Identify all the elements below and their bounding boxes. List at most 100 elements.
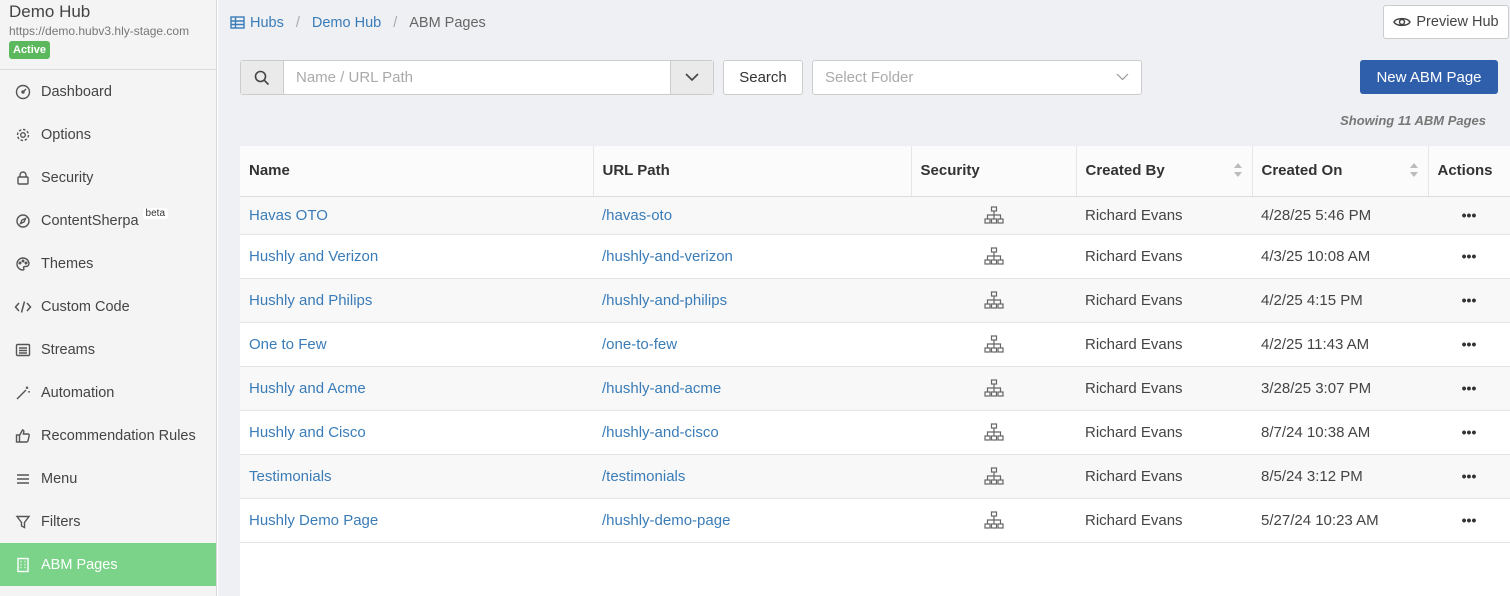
sidebar-item-filters[interactable]: Filters bbox=[0, 500, 216, 543]
table-row: Hushly and Acme /hushly-and-acme Richard… bbox=[240, 366, 1510, 411]
folder-select[interactable]: Select Folder bbox=[812, 60, 1142, 95]
folder-select-placeholder: Select Folder bbox=[825, 69, 914, 86]
created-by: Richard Evans bbox=[1076, 278, 1252, 323]
page-name-link[interactable]: Hushly and Acme bbox=[240, 366, 593, 411]
row-actions-cell: ••• bbox=[1428, 196, 1510, 235]
breadcrumb-hubs[interactable]: Hubs bbox=[230, 15, 284, 31]
column-header-created-on[interactable]: Created On bbox=[1251, 146, 1428, 197]
security-cell bbox=[911, 322, 1076, 367]
sidebar-item-label: Security bbox=[41, 169, 94, 186]
sidebar-item-security[interactable]: Security bbox=[0, 156, 216, 199]
sidebar-item-contentsherpa[interactable]: ContentSherpa beta bbox=[0, 199, 216, 242]
table-header-row: Name URL Path Security Created By Create… bbox=[240, 146, 1510, 197]
sidebar-item-automation[interactable]: Automation bbox=[0, 371, 216, 414]
palette-icon bbox=[14, 255, 32, 273]
page-name-link[interactable]: Testimonials bbox=[240, 454, 593, 499]
security-cell bbox=[911, 454, 1076, 499]
row-actions-cell: ••• bbox=[1428, 234, 1510, 279]
chevron-down-icon bbox=[1116, 70, 1129, 88]
row-actions-cell: ••• bbox=[1428, 366, 1510, 411]
new-abm-page-button[interactable]: New ABM Page bbox=[1360, 60, 1498, 94]
page-name-link[interactable]: Havas OTO bbox=[240, 196, 593, 235]
more-actions-button[interactable]: ••• bbox=[1462, 424, 1477, 440]
more-actions-button[interactable]: ••• bbox=[1462, 380, 1477, 396]
breadcrumb-separator: / bbox=[393, 14, 398, 31]
created-on: 8/7/24 10:38 AM bbox=[1252, 410, 1428, 455]
sidebar-item-options[interactable]: Options bbox=[0, 113, 216, 156]
breadcrumb-hub[interactable]: Demo Hub bbox=[312, 15, 381, 31]
created-on: 4/2/25 11:43 AM bbox=[1252, 322, 1428, 367]
breadcrumb: Hubs / Demo Hub / ABM Pages bbox=[218, 0, 1510, 45]
search-button[interactable]: Search bbox=[723, 60, 803, 95]
more-actions-button[interactable]: ••• bbox=[1462, 207, 1477, 223]
page-name-link[interactable]: Hushly and Cisco bbox=[240, 410, 593, 455]
more-actions-button[interactable]: ••• bbox=[1462, 512, 1477, 528]
search-group bbox=[240, 60, 714, 95]
sidebar-item-menu[interactable]: Menu bbox=[0, 457, 216, 500]
menu-icon bbox=[14, 470, 32, 488]
sidebar-item-recommendation-rules[interactable]: Recommendation Rules bbox=[0, 414, 216, 457]
page-name-link[interactable]: Hushly Demo Page bbox=[240, 498, 593, 543]
preview-hub-button[interactable]: Preview Hub bbox=[1383, 5, 1509, 39]
sidebar-item-label: Menu bbox=[41, 470, 78, 487]
more-actions-button[interactable]: ••• bbox=[1462, 292, 1477, 308]
url-path-link[interactable]: /hushly-and-cisco bbox=[593, 410, 911, 455]
sitemap-icon bbox=[983, 379, 1004, 397]
page-name-link[interactable]: Hushly and Philips bbox=[240, 278, 593, 323]
search-options-dropdown[interactable] bbox=[670, 61, 713, 94]
url-path-link[interactable]: /one-to-few bbox=[593, 322, 911, 367]
search-icon bbox=[241, 61, 284, 94]
url-path-link[interactable]: /hushly-and-philips bbox=[593, 278, 911, 323]
compass-icon bbox=[14, 212, 32, 230]
sidebar-item-label: Dashboard bbox=[41, 83, 112, 100]
sidebar-item-custom-code[interactable]: Custom Code bbox=[0, 285, 216, 328]
sitemap-icon bbox=[983, 247, 1004, 265]
created-on: 4/2/25 4:15 PM bbox=[1252, 278, 1428, 323]
sidebar-item-label: Options bbox=[41, 126, 91, 143]
more-actions-button[interactable]: ••• bbox=[1462, 248, 1477, 264]
page-name-link[interactable]: One to Few bbox=[240, 322, 593, 367]
sidebar-item-streams[interactable]: Streams bbox=[0, 328, 216, 371]
column-header-name: Name bbox=[240, 146, 593, 197]
code-icon bbox=[14, 298, 32, 316]
more-actions-button[interactable]: ••• bbox=[1462, 336, 1477, 352]
more-actions-button[interactable]: ••• bbox=[1462, 468, 1477, 484]
column-header-created-by[interactable]: Created By bbox=[1075, 146, 1252, 197]
table-row: Hushly and Verizon /hushly-and-verizon R… bbox=[240, 234, 1510, 279]
row-actions-cell: ••• bbox=[1428, 322, 1510, 367]
column-header-label: Created On bbox=[1261, 162, 1343, 180]
url-path-link[interactable]: /testimonials bbox=[593, 454, 911, 499]
hub-url: https://demo.hubv3.hly-stage.com bbox=[9, 24, 190, 38]
thumbs-up-icon bbox=[14, 427, 32, 445]
sidebar-item-dashboard[interactable]: Dashboard bbox=[0, 70, 216, 113]
sidebar-item-label: Filters bbox=[41, 513, 81, 530]
sidebar-item-label: Streams bbox=[41, 341, 95, 358]
row-actions-cell: ••• bbox=[1428, 278, 1510, 323]
sidebar: Demo Hub https://demo.hubv3.hly-stage.co… bbox=[0, 0, 217, 596]
table-row: Hushly and Philips /hushly-and-philips R… bbox=[240, 278, 1510, 323]
preview-hub-label: Preview Hub bbox=[1416, 14, 1499, 30]
hub-name: Demo Hub bbox=[9, 2, 91, 21]
url-path-link[interactable]: /hushly-demo-page bbox=[593, 498, 911, 543]
column-header-label: Created By bbox=[1085, 162, 1165, 180]
table-row: One to Few /one-to-few Richard Evans 4/2… bbox=[240, 322, 1510, 367]
column-header-url-path: URL Path bbox=[592, 146, 911, 197]
created-on: 5/27/24 10:23 AM bbox=[1252, 498, 1428, 543]
table-icon bbox=[230, 16, 245, 29]
breadcrumb-current: ABM Pages bbox=[409, 14, 486, 31]
created-by: Richard Evans bbox=[1076, 410, 1252, 455]
sidebar-item-abm-pages[interactable]: ABM Pages bbox=[0, 543, 216, 586]
page-name-link[interactable]: Hushly and Verizon bbox=[240, 234, 593, 279]
sidebar-item-label: Recommendation Rules bbox=[41, 427, 196, 444]
search-input[interactable] bbox=[284, 61, 670, 94]
url-path-link[interactable]: /hushly-and-verizon bbox=[593, 234, 911, 279]
created-on: 4/28/25 5:46 PM bbox=[1252, 196, 1428, 235]
url-path-link[interactable]: /havas-oto bbox=[593, 196, 911, 235]
security-cell bbox=[911, 498, 1076, 543]
sidebar-item-themes[interactable]: Themes bbox=[0, 242, 216, 285]
building-icon bbox=[14, 556, 32, 574]
created-by: Richard Evans bbox=[1076, 196, 1252, 235]
breadcrumb-hubs-label: Hubs bbox=[250, 14, 284, 31]
url-path-link[interactable]: /hushly-and-acme bbox=[593, 366, 911, 411]
sitemap-icon bbox=[983, 467, 1004, 485]
